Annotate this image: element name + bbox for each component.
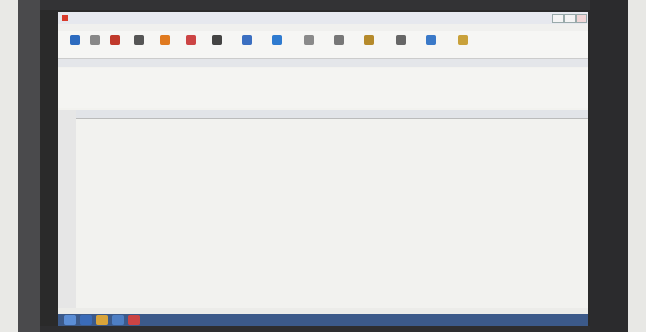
monitor-bezel-left (0, 0, 18, 332)
table-icon (272, 35, 282, 45)
toolbar-button[interactable] (326, 33, 352, 57)
cart-icon (186, 35, 196, 45)
shield-icon (110, 35, 120, 45)
user-icon (396, 35, 406, 45)
main-toolbar (58, 31, 588, 59)
person-icon (212, 35, 222, 45)
toolbar-button[interactable] (178, 33, 204, 57)
gear-icon (90, 35, 100, 45)
toolbar-button[interactable] (234, 33, 260, 57)
title-bar (58, 12, 588, 24)
taskbar-ie-icon[interactable] (80, 315, 92, 325)
maximize-button[interactable] (564, 14, 576, 23)
folder-icon (160, 35, 170, 45)
monitor-frame-top (40, 0, 590, 10)
person-icon (334, 35, 344, 45)
taskbar-folder-icon[interactable] (96, 315, 108, 325)
toolbar-button[interactable] (204, 33, 230, 57)
toolbar-button[interactable] (356, 33, 382, 57)
row-number-column (58, 110, 76, 308)
gear-icon (70, 35, 80, 45)
close-button[interactable] (576, 14, 587, 23)
screen (58, 12, 588, 326)
flag-icon (426, 35, 436, 45)
document-icon (304, 35, 314, 45)
toolbar-button[interactable] (152, 33, 178, 57)
menu-bar (58, 24, 588, 31)
toolbar-button[interactable] (264, 33, 290, 57)
grid-header (76, 110, 588, 119)
toolbar-button[interactable] (296, 33, 322, 57)
box-icon (364, 35, 374, 45)
note-icon (458, 35, 468, 45)
minimize-button[interactable] (552, 14, 564, 23)
start-button[interactable] (64, 315, 76, 325)
toolbar-button[interactable] (126, 33, 152, 57)
toolbar-button[interactable] (418, 33, 444, 57)
sub-toolbar (58, 68, 588, 108)
monitor-bezel-right (628, 0, 646, 332)
app-logo-icon (62, 15, 68, 21)
monitor-frame-left (18, 0, 40, 332)
data-grid (76, 110, 588, 308)
chart-icon (242, 35, 252, 45)
taskbar-app-icon[interactable] (128, 315, 140, 325)
user-icon (134, 35, 144, 45)
monitor-frame-bottom (40, 326, 590, 332)
toolbar-button[interactable] (450, 33, 476, 57)
tab-bar (58, 59, 588, 67)
toolbar-button[interactable] (388, 33, 414, 57)
taskbar-media-icon[interactable] (112, 315, 124, 325)
toolbar-button[interactable] (102, 33, 128, 57)
taskbar (58, 314, 588, 326)
